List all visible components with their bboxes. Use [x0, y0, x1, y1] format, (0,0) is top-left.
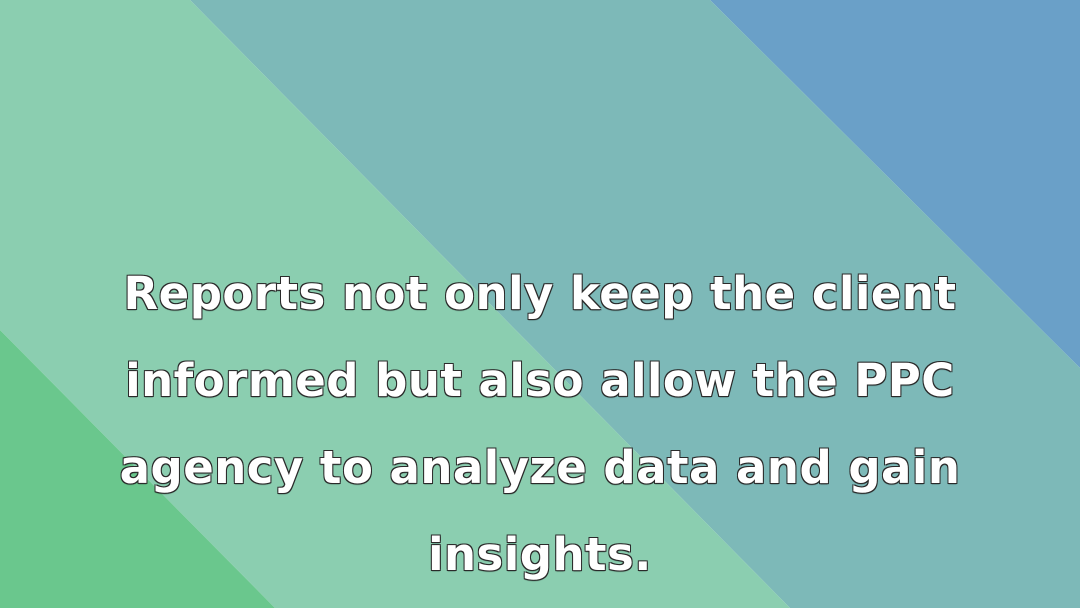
slide: Reports not only keep the client informe…: [0, 0, 1080, 608]
slide-quote-text: Reports not only keep the client informe…: [119, 267, 961, 581]
